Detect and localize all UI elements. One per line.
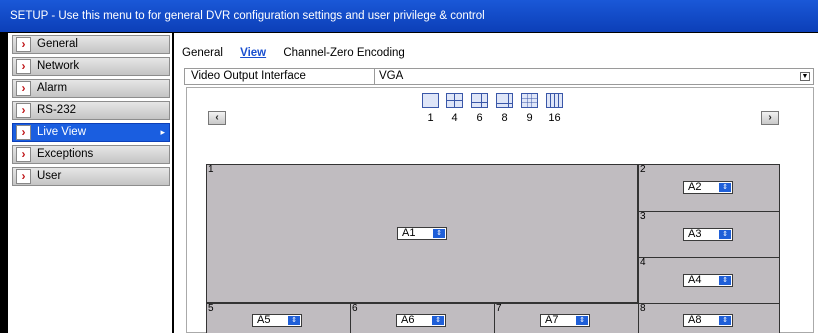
spinner-icon: ⇕ bbox=[576, 316, 588, 325]
layout-panel: ‹ › 1 4 6 8 9 16 1 A1 ⇕ 2 A2 ⇕ 3 A3 ⇕ 4 … bbox=[186, 87, 814, 333]
chevron-right-icon: › bbox=[16, 147, 31, 162]
cell-number: 6 bbox=[352, 303, 358, 314]
view-cell-5[interactable]: 5 A5 ⇕ bbox=[206, 303, 351, 333]
spinner-icon: ⇕ bbox=[433, 229, 445, 238]
view-cell-6[interactable]: 6 A6 ⇕ bbox=[350, 303, 495, 333]
layout-8-icon[interactable] bbox=[496, 93, 513, 108]
tab-view[interactable]: View bbox=[240, 47, 266, 59]
view-cell-4[interactable]: 4 A4 ⇕ bbox=[638, 257, 780, 304]
layout-1-icon[interactable] bbox=[422, 93, 439, 108]
channel-select-value: A4 bbox=[688, 274, 702, 286]
sidebar-item-user[interactable]: › User bbox=[12, 167, 170, 186]
layout-16-icon[interactable] bbox=[546, 93, 563, 108]
sidebar-item-alarm[interactable]: › Alarm bbox=[12, 79, 170, 98]
sidebar-item-label: Live View bbox=[37, 126, 87, 138]
spinner-icon: ⇕ bbox=[719, 230, 731, 239]
channel-select-3[interactable]: A3 ⇕ bbox=[683, 228, 733, 241]
sidebar-item-rs232[interactable]: › RS-232 bbox=[12, 101, 170, 120]
video-output-select[interactable]: VGA bbox=[374, 69, 814, 84]
layout-16-label: 16 bbox=[548, 112, 561, 124]
chevron-right-icon: › bbox=[16, 37, 31, 52]
spinner-icon: ⇕ bbox=[288, 316, 300, 325]
cell-number: 5 bbox=[208, 303, 214, 314]
sidebar-item-label: User bbox=[37, 170, 62, 182]
sidebar-item-label: RS-232 bbox=[37, 104, 76, 116]
spinner-icon: ⇕ bbox=[719, 316, 731, 325]
prev-page-button[interactable]: ‹ bbox=[208, 111, 226, 125]
chevron-right-icon: › bbox=[16, 103, 31, 118]
tab-general[interactable]: General bbox=[182, 47, 223, 59]
channel-select-7[interactable]: A7 ⇕ bbox=[540, 314, 590, 327]
layout-9-label: 9 bbox=[526, 112, 533, 124]
channel-select-4[interactable]: A4 ⇕ bbox=[683, 274, 733, 287]
dropdown-icon[interactable]: ▼ bbox=[800, 72, 810, 81]
sidebar-item-general[interactable]: › General bbox=[12, 35, 170, 54]
chevron-right-icon: › bbox=[16, 125, 31, 140]
video-output-value: VGA bbox=[379, 70, 404, 82]
cell-number: 2 bbox=[640, 164, 646, 175]
channel-select-value: A3 bbox=[688, 228, 702, 240]
view-cell-8[interactable]: 8 A8 ⇕ bbox=[638, 303, 780, 333]
cell-number: 4 bbox=[640, 257, 646, 268]
window-title: SETUP - Use this menu to for general DVR… bbox=[0, 0, 818, 32]
video-output-label: Video Output Interface bbox=[191, 70, 306, 82]
chevron-right-icon: › bbox=[16, 81, 31, 96]
channel-select-value: A1 bbox=[402, 227, 416, 239]
tab-bar: General View Channel-Zero Encoding bbox=[182, 47, 419, 59]
sidebar-item-exceptions[interactable]: › Exceptions bbox=[12, 145, 170, 164]
channel-select-value: A6 bbox=[401, 314, 415, 326]
layout-8-label: 8 bbox=[501, 112, 508, 124]
sidebar: › General › Network › Alarm › RS-232 › L… bbox=[8, 33, 172, 333]
triangle-right-icon: ▸ bbox=[160, 127, 165, 137]
cell-number: 1 bbox=[208, 164, 214, 175]
channel-select-2[interactable]: A2 ⇕ bbox=[683, 181, 733, 194]
layout-6-label: 6 bbox=[476, 112, 483, 124]
channel-select-value: A8 bbox=[688, 314, 702, 326]
layout-4-icon[interactable] bbox=[446, 93, 463, 108]
layout-4-label: 4 bbox=[451, 112, 458, 124]
layout-9-icon[interactable] bbox=[521, 93, 538, 108]
spinner-icon: ⇕ bbox=[719, 183, 731, 192]
spinner-icon: ⇕ bbox=[719, 276, 731, 285]
channel-select-6[interactable]: A6 ⇕ bbox=[396, 314, 446, 327]
sidebar-item-network[interactable]: › Network bbox=[12, 57, 170, 76]
sidebar-item-label: Network bbox=[37, 60, 80, 72]
view-cell-1[interactable]: 1 A1 ⇕ bbox=[206, 164, 638, 303]
chevron-right-icon: › bbox=[16, 169, 31, 184]
sidebar-item-label: Alarm bbox=[37, 82, 68, 94]
next-page-button[interactable]: › bbox=[761, 111, 779, 125]
view-cell-3[interactable]: 3 A3 ⇕ bbox=[638, 211, 780, 258]
channel-select-value: A2 bbox=[688, 181, 702, 193]
layout-6-icon[interactable] bbox=[471, 93, 488, 108]
spinner-icon: ⇕ bbox=[432, 316, 444, 325]
main-content: General View Channel-Zero Encoding Video… bbox=[174, 33, 818, 333]
sidebar-item-live-view[interactable]: › Live View ▸ bbox=[12, 123, 170, 142]
channel-select-value: A7 bbox=[545, 314, 559, 326]
tab-channel-zero-encoding[interactable]: Channel-Zero Encoding bbox=[283, 47, 404, 59]
view-cell-7[interactable]: 7 A7 ⇕ bbox=[494, 303, 639, 333]
cell-number: 8 bbox=[640, 303, 646, 314]
sidebar-item-label: Exceptions bbox=[37, 148, 94, 160]
cell-number: 7 bbox=[496, 303, 502, 314]
video-output-row: Video Output Interface VGA ▼ bbox=[184, 68, 814, 85]
layout-1-label: 1 bbox=[427, 112, 434, 124]
chevron-right-icon: › bbox=[16, 59, 31, 74]
view-cell-2[interactable]: 2 A2 ⇕ bbox=[638, 164, 780, 212]
cell-number: 3 bbox=[640, 211, 646, 222]
sidebar-item-label: General bbox=[37, 38, 78, 50]
channel-select-value: A5 bbox=[257, 314, 271, 326]
channel-select-8[interactable]: A8 ⇕ bbox=[683, 314, 733, 327]
channel-select-5[interactable]: A5 ⇕ bbox=[252, 314, 302, 327]
channel-select-1[interactable]: A1 ⇕ bbox=[397, 227, 447, 240]
